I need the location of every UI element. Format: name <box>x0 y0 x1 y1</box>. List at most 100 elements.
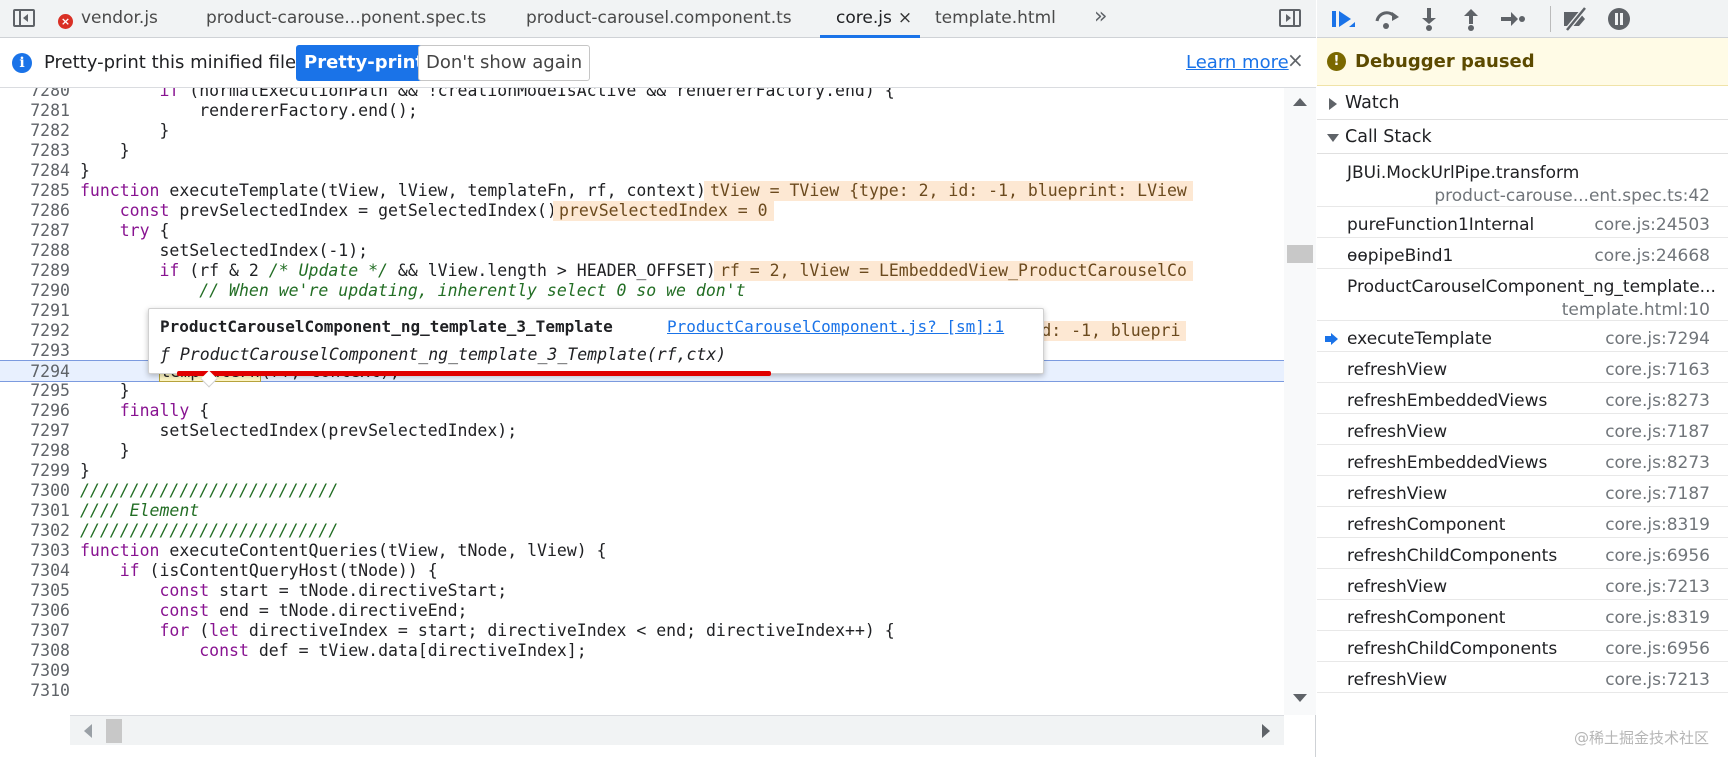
code-line[interactable]: 7300 ////////////////////////// <box>0 480 1284 502</box>
frame-location[interactable]: core.js:24503 <box>1594 215 1710 235</box>
scroll-up-icon[interactable] <box>1293 98 1307 106</box>
line-number[interactable]: 7284 <box>0 160 70 182</box>
frame-location[interactable]: core.js:7294 <box>1605 329 1710 349</box>
code-line[interactable]: 7287 try { <box>0 220 1284 242</box>
frame-location[interactable]: core.js:7213 <box>1605 577 1710 597</box>
line-number[interactable]: 7299 <box>0 460 70 482</box>
code-line[interactable]: 7299} <box>0 460 1284 482</box>
code-line[interactable]: 7296 finally { <box>0 400 1284 422</box>
frame-location[interactable]: core.js:7213 <box>1605 670 1710 690</box>
code-line[interactable]: 7284} <box>0 160 1284 182</box>
code-line[interactable]: 7285 function executeTemplate(tView, lVie… <box>0 180 1284 202</box>
frame-location[interactable]: core.js:7187 <box>1605 484 1710 504</box>
frame-location[interactable]: core.js:8273 <box>1605 453 1710 473</box>
code-line[interactable]: 7309 <box>0 660 1284 682</box>
code-line[interactable]: 7288 setSelectedIndex(-1); <box>0 240 1284 262</box>
line-number[interactable]: 7289 <box>0 260 70 282</box>
call-frame[interactable]: pureFunction1Internal core.js:24503 <box>1317 207 1728 238</box>
line-number[interactable]: 7310 <box>0 680 70 702</box>
frame-location[interactable]: core.js:24668 <box>1594 246 1710 266</box>
step-out-icon[interactable] <box>1457 6 1485 32</box>
toggle-navigator-icon[interactable] <box>13 9 35 27</box>
call-frame[interactable]: ProductCarouselComponent_ng_template... t… <box>1317 269 1728 321</box>
horizontal-scrollbar[interactable] <box>70 715 1284 745</box>
frame-location[interactable]: core.js:6956 <box>1605 546 1710 566</box>
line-number[interactable]: 7308 <box>0 640 70 662</box>
frame-location[interactable]: core.js:8319 <box>1605 515 1710 535</box>
scroll-down-icon[interactable] <box>1293 694 1307 702</box>
toggle-debugger-icon[interactable] <box>1279 9 1301 27</box>
scroll-right-icon[interactable] <box>1262 724 1270 738</box>
vertical-scrollbar[interactable] <box>1284 88 1316 715</box>
line-number[interactable]: 7302 <box>0 520 70 542</box>
popover-source-link[interactable]: ProductCarouselComponent.js? [sm]:1 <box>667 317 1004 336</box>
code-line[interactable]: 7308 const def = tView.data[directiveInd… <box>0 640 1284 662</box>
line-number[interactable]: 7281 <box>0 100 70 122</box>
code-line[interactable]: 7301 //// Element <box>0 500 1284 522</box>
dont-show-again-button[interactable]: Don't show again <box>418 45 591 81</box>
line-number[interactable]: 7286 <box>0 200 70 222</box>
call-frame[interactable]: refreshChildComponents core.js:6956 <box>1317 538 1728 569</box>
call-frame[interactable]: JBUi.MockUrlPipe.transform product-carous… <box>1317 155 1728 207</box>
line-number[interactable]: 7303 <box>0 540 70 562</box>
code-view[interactable]: 7280 if (normalExecutionPath && !creatio… <box>0 88 1284 715</box>
call-frame[interactable]: refreshView core.js:7163 <box>1317 352 1728 383</box>
line-number[interactable]: 7296 <box>0 400 70 422</box>
step-over-icon[interactable] <box>1373 6 1401 32</box>
code-line[interactable]: 7303 function executeContentQueries(tView… <box>0 540 1284 562</box>
tab-vendor-js[interactable]: × vendor.js <box>58 0 158 38</box>
code-line[interactable]: 7307 for (let directiveIndex = start; di… <box>0 620 1284 642</box>
call-frame-current[interactable]: executeTemplate core.js:7294 <box>1317 321 1728 352</box>
line-number[interactable]: 7306 <box>0 600 70 622</box>
line-number[interactable]: 7295 <box>0 380 70 402</box>
line-number[interactable]: 7285 <box>0 180 70 202</box>
frame-location[interactable]: core.js:8273 <box>1605 391 1710 411</box>
frame-location[interactable]: core.js:8319 <box>1605 608 1710 628</box>
tab-product-carousel-spec[interactable]: product-carouse...ponent.spec.ts <box>206 0 486 38</box>
line-number[interactable]: 7304 <box>0 560 70 582</box>
frame-location[interactable]: template.html:10 <box>1562 300 1710 320</box>
call-frame[interactable]: refreshView core.js:7187 <box>1317 414 1728 445</box>
frame-location[interactable]: product-carouse...ent.spec.ts:42 <box>1434 186 1710 206</box>
step-icon[interactable] <box>1499 6 1527 32</box>
frame-location[interactable]: core.js:7187 <box>1605 422 1710 442</box>
callstack-section-header[interactable]: Call Stack <box>1317 120 1728 154</box>
learn-more-link[interactable]: Learn more <box>1186 52 1289 73</box>
line-number[interactable]: 7291 <box>0 300 70 322</box>
scroll-thumb[interactable] <box>106 719 122 743</box>
line-number[interactable]: 7282 <box>0 120 70 142</box>
code-line[interactable]: 7310 <box>0 680 1284 702</box>
line-number[interactable]: 7298 <box>0 440 70 462</box>
code-line[interactable]: 7290 // When we're updating, inherently … <box>0 280 1284 302</box>
line-number[interactable]: 7301 <box>0 500 70 522</box>
code-line[interactable]: 7289 if (rf & 2 /* Update */ && lView.le… <box>0 260 1284 282</box>
call-frame[interactable]: refreshView core.js:7213 <box>1317 569 1728 600</box>
more-tabs-icon[interactable]: » <box>1094 4 1107 29</box>
call-frame[interactable]: refreshComponent core.js:8319 <box>1317 600 1728 631</box>
line-number[interactable]: 7309 <box>0 660 70 682</box>
line-number[interactable]: 7297 <box>0 420 70 442</box>
code-line[interactable]: 7304 if (isContentQueryHost(tNode)) { <box>0 560 1284 582</box>
tab-core-js[interactable]: core.js × <box>820 0 921 38</box>
pretty-print-button[interactable]: Pretty-print <box>296 45 433 81</box>
code-line[interactable]: 7286 const prevSelectedIndex = getSelect… <box>0 200 1284 222</box>
line-number[interactable]: 7283 <box>0 140 70 162</box>
line-number[interactable]: 7292 <box>0 320 70 342</box>
call-frame[interactable]: refreshView core.js:7187 <box>1317 476 1728 507</box>
scroll-left-icon[interactable] <box>84 724 92 738</box>
pause-on-exceptions-icon[interactable] <box>1605 6 1633 32</box>
code-line[interactable]: 7282 } <box>0 120 1284 142</box>
tab-template-html[interactable]: template.html <box>935 0 1056 38</box>
call-frame[interactable]: refreshView core.js:7213 <box>1317 662 1728 693</box>
call-frame[interactable]: refreshChildComponents core.js:6956 <box>1317 631 1728 662</box>
step-into-icon[interactable] <box>1415 6 1443 32</box>
scroll-thumb[interactable] <box>1287 245 1313 263</box>
line-number[interactable]: 7307 <box>0 620 70 642</box>
watch-section-header[interactable]: Watch <box>1317 86 1728 120</box>
line-number[interactable]: 7288 <box>0 240 70 262</box>
line-number[interactable]: 7293 <box>0 340 70 362</box>
line-number[interactable]: 7287 <box>0 220 70 242</box>
frame-location[interactable]: core.js:6956 <box>1605 639 1710 659</box>
code-line[interactable]: 7297 setSelectedIndex(prevSelectedIndex)… <box>0 420 1284 442</box>
deactivate-breakpoints-icon[interactable] <box>1561 6 1589 32</box>
